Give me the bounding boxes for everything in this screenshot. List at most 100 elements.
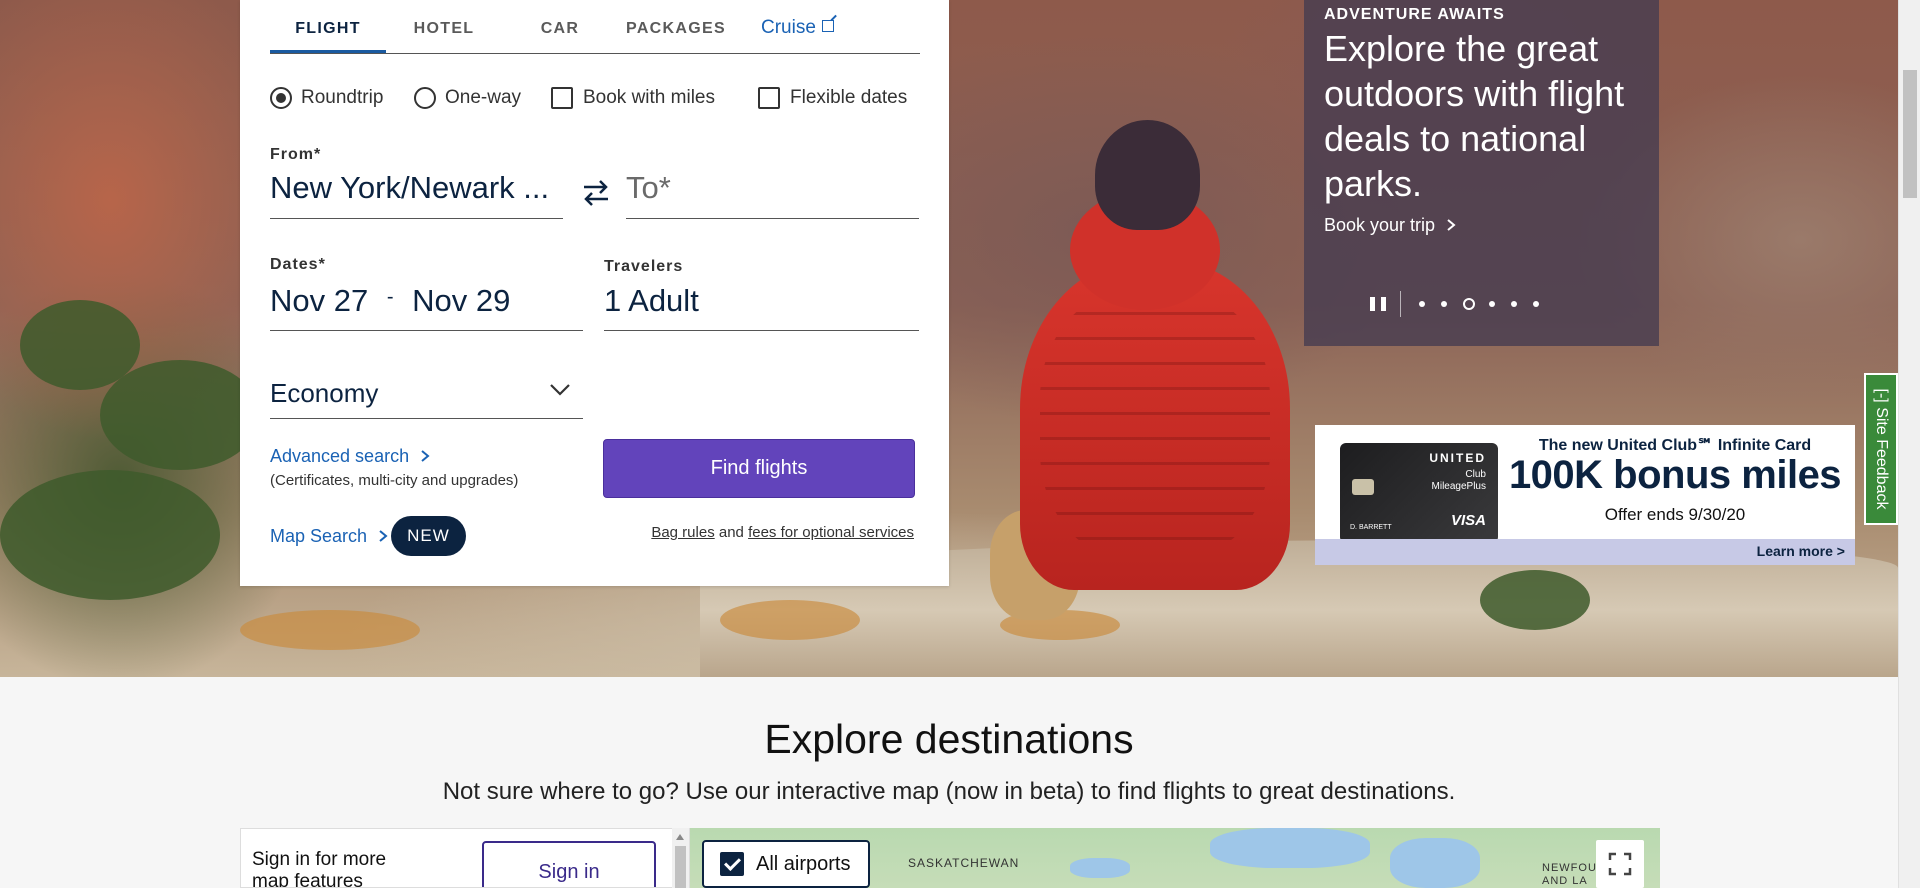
oneway-radio[interactable]: One-way: [414, 85, 521, 111]
advanced-search-label: Advanced search: [270, 446, 410, 466]
chevron-right-icon: [379, 530, 388, 542]
new-badge: NEW: [391, 516, 466, 556]
hiker-figure: [990, 110, 1320, 630]
page-scrollbar-thumb[interactable]: [1903, 70, 1917, 198]
carousel-dot[interactable]: [1511, 301, 1517, 307]
card-holder: D. BARRETT: [1350, 524, 1392, 531]
roundtrip-label: Roundtrip: [301, 87, 384, 108]
map-water: [1210, 828, 1370, 868]
cabin-select[interactable]: Economy: [270, 378, 583, 419]
carousel-divider: [1400, 291, 1401, 317]
credit-card-image: UNITED Club MileagePlus D. BARRETT VISA: [1340, 443, 1498, 543]
dates-field[interactable]: Nov 27 - Nov 29: [270, 283, 583, 331]
panel-scrollbar[interactable]: [672, 828, 689, 888]
pause-icon[interactable]: [1370, 297, 1386, 311]
explore-title: Explore destinations: [764, 716, 1134, 762]
map-search-link[interactable]: Map Search: [270, 526, 388, 547]
depart-date: Nov 27: [270, 283, 369, 318]
date-separator: -: [386, 286, 394, 308]
tab-hotel[interactable]: HOTEL: [386, 20, 502, 38]
carousel-dot[interactable]: [1533, 301, 1539, 307]
tab-cruise-label: Cruise: [761, 17, 816, 38]
chevron-right-icon: [421, 450, 430, 462]
book-trip-link[interactable]: Book your trip: [1324, 215, 1456, 236]
map-label-newfoundland: NEWFOU AND LA: [1542, 862, 1597, 887]
learn-more-link[interactable]: Learn more >: [1757, 543, 1845, 559]
bag-fees-line: Bag rules and fees for optional services: [640, 524, 914, 541]
oneway-label: One-way: [445, 87, 522, 108]
carousel-dot-active[interactable]: [1463, 298, 1475, 310]
carousel-dot[interactable]: [1419, 301, 1425, 307]
radio-checked-icon: [270, 87, 292, 109]
travelers-field[interactable]: 1 Adult: [604, 283, 919, 331]
checkbox-unchecked-icon: [551, 87, 573, 109]
fullscreen-icon: [1608, 852, 1632, 876]
flexible-dates-checkbox[interactable]: Flexible dates: [758, 85, 907, 111]
book-with-miles-label: Book with miles: [583, 87, 715, 108]
card-chip-icon: [1352, 479, 1374, 495]
ad-offer: 100K bonus miles: [1508, 453, 1842, 497]
site-feedback-label: [-] Site Feedback: [1873, 388, 1890, 510]
from-label: From*: [270, 146, 322, 163]
tab-flight[interactable]: FLIGHT: [270, 20, 386, 38]
advanced-search-link[interactable]: Advanced search: [270, 446, 430, 467]
carousel-dot[interactable]: [1489, 301, 1495, 307]
fullscreen-button[interactable]: [1596, 840, 1644, 888]
ad-expiry: Offer ends 9/30/20: [1604, 505, 1746, 524]
site-feedback-tab[interactable]: [-] Site Feedback: [1864, 373, 1898, 525]
hiker-hat: [1095, 120, 1200, 230]
card-brand: UNITED: [1429, 451, 1486, 465]
promo-panel: ADVENTURE AWAITS Explore the great outdo…: [1304, 0, 1659, 346]
promo-kicker: ADVENTURE AWAITS: [1324, 6, 1505, 23]
card-program: MileagePlus: [1431, 481, 1486, 492]
explore-subtitle: Not sure where to go? Use our interactiv…: [442, 778, 1456, 805]
ad-headline: The new United Club℠ Infinite Card: [1538, 437, 1812, 454]
external-link-icon: [821, 20, 834, 32]
card-club: Club MileagePlus: [1432, 469, 1486, 493]
active-tab-indicator: [270, 50, 386, 53]
from-field[interactable]: New York/Newark ...: [270, 170, 563, 219]
carousel-dot[interactable]: [1441, 301, 1447, 307]
shrub: [1480, 570, 1590, 630]
bag-rules-link[interactable]: Bag rules: [651, 524, 714, 541]
tree-cluster: [100, 360, 260, 470]
card-network: VISA: [1450, 512, 1486, 529]
radio-unchecked-icon: [414, 87, 436, 109]
tab-car[interactable]: CAR: [502, 20, 618, 38]
tab-cruise[interactable]: Cruise: [761, 17, 834, 39]
return-date: Nov 29: [412, 283, 511, 318]
club-card-ad[interactable]: UNITED Club MileagePlus D. BARRETT VISA …: [1315, 425, 1855, 565]
page-scrollbar[interactable]: [1898, 0, 1920, 888]
map-water: [1390, 838, 1480, 888]
chevron-right-icon: [1447, 219, 1456, 231]
flexible-dates-label: Flexible dates: [790, 87, 908, 108]
lichen-patch: [720, 600, 860, 640]
tab-packages[interactable]: PACKAGES: [618, 20, 734, 38]
to-field[interactable]: To*: [626, 170, 919, 219]
card-club-name: Club: [1465, 469, 1486, 480]
promo-headline: Explore the great outdoors with flight d…: [1324, 28, 1625, 204]
chevron-down-icon: [550, 384, 570, 396]
swap-airports-icon[interactable]: [580, 176, 612, 208]
booking-tabs: FLIGHT HOTEL CAR PACKAGES Cruise: [270, 0, 920, 54]
map-water: [1070, 858, 1130, 878]
book-trip-label: Book your trip: [1324, 215, 1436, 235]
checkbox-unchecked-icon: [758, 87, 780, 109]
signin-button[interactable]: Sign in: [482, 841, 656, 887]
tree-cluster: [0, 470, 220, 600]
dates-label: Dates*: [270, 256, 326, 273]
advanced-search-note: (Certificates, multi-city and upgrades): [270, 472, 519, 489]
destination-map[interactable]: All airports SASKATCHEWAN NEWFOU AND LA: [690, 828, 1660, 888]
book-with-miles-checkbox[interactable]: Book with miles: [551, 85, 715, 111]
cabin-value: Economy: [270, 378, 379, 408]
ad-footer-bar: Learn more >: [1315, 539, 1855, 565]
map-side-panel: Sign in for more map features Sign in: [240, 828, 690, 888]
optional-fees-link[interactable]: fees for optional services: [748, 524, 914, 541]
find-flights-button[interactable]: Find flights: [603, 439, 915, 498]
map-search-label: Map Search: [270, 526, 368, 546]
hiker-jacket: [1020, 260, 1290, 590]
roundtrip-radio[interactable]: Roundtrip: [270, 85, 383, 111]
all-airports-toggle[interactable]: All airports: [702, 840, 870, 888]
map-label-saskatchewan: SASKATCHEWAN: [908, 856, 1020, 870]
lichen-patch: [240, 610, 420, 650]
